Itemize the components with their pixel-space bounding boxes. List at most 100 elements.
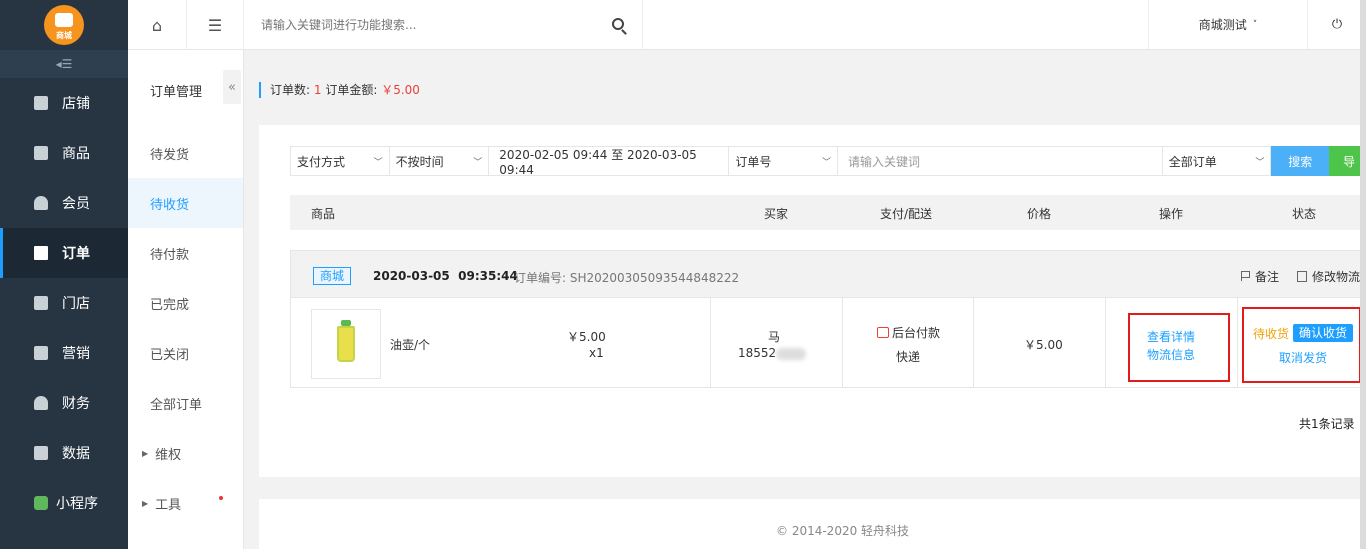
miniapp-icon [34,496,48,510]
sidebar-collapse-icon[interactable]: ◂☰ [0,50,128,78]
payment-method: 后台付款 [877,324,940,341]
subnav-group-rights[interactable]: ▶ 维权 [128,428,243,478]
top-bar: ⌂ ☰ 商城测试 ˅ ⏻ [128,0,1366,50]
order-amount: ￥5.00 [381,83,420,97]
function-search [244,0,643,50]
power-icon[interactable]: ⏻ [1308,0,1366,49]
payment-cell: 后台付款 快递 [843,298,974,388]
copy-icon [1297,271,1307,282]
shop-name: 商城测试 [1198,18,1247,32]
finance-icon [34,396,48,410]
order-header: 商城 2020-03-05 09:35:44 订单编号: SH202003050… [291,251,1365,298]
sidebar-item-store[interactable]: 店铺 [0,78,128,128]
scope-select[interactable]: 全部订单 ﹀ [1163,147,1272,175]
phone-mask [776,347,807,360]
menu-icon[interactable]: ☰ [187,0,244,50]
date-range-value: 2020-02-05 09:44 至 2020-03-05 09:44 [499,147,697,177]
price-cell: ￥5.00 [974,298,1106,388]
date-range-input[interactable]: 2020-02-05 09:44 至 2020-03-05 09:44 [489,147,730,177]
header-payment: 支付/配送 [880,207,933,221]
sidebar-item-data[interactable]: 数据 [0,428,128,478]
product-image[interactable] [311,309,381,379]
subnav-item-closed[interactable]: 已关闭 [128,328,243,378]
sidebar-item-label: 商品 [62,146,90,162]
note-button[interactable]: 备注 [1241,268,1279,285]
highlight-status-box [1242,307,1361,383]
sidebar-item-goods[interactable]: 商品 [0,128,128,178]
scrollbar[interactable] [1360,0,1366,549]
home-icon[interactable]: ⌂ [128,0,187,50]
chevron-down-icon: ﹀ [373,157,383,168]
highlight-action-box [1128,313,1230,382]
order-time: 09:35:44 [458,269,518,283]
logo-text: 商城 [56,31,72,40]
footer: © 2014-2020 轻舟科技 [259,499,1366,549]
table-header: 商品 买家 支付/配送 价格 操作 状态 [290,195,1366,230]
sidebar-item-label: 小程序 [56,496,98,512]
subnav-item-pending-ship[interactable]: 待发货 [128,128,243,178]
main-sidebar: 商城 ◂☰ 店铺 商品 会员 订单 门店 营销 财务 数据 小程序 [0,0,128,549]
house-icon [55,13,73,27]
buyer-phone: 18552 [738,346,807,360]
flag-icon [1241,271,1250,281]
header-price: 价格 [1027,207,1052,221]
function-search-input[interactable] [261,18,591,32]
order-date: 2020-03-05 [373,269,450,283]
product-name: 油壶/个 [390,338,431,352]
total-records: 共1条记录 [1299,417,1355,431]
field-select[interactable]: 订单号 ﹀ [729,147,838,175]
time-select-value: 不按时间 [395,154,444,169]
subnav-group-label: 维权 [155,447,182,463]
filter-bar: 支付方式 ﹀ 不按时间 ﹀ 2020-02-05 09:44 至 2020-03-0… [290,146,1366,177]
sidebar-item-shop[interactable]: 门店 [0,278,128,328]
caret-right-icon: ▶ [142,498,149,508]
subnav-item-completed[interactable]: 已完成 [128,278,243,328]
order-price: ￥5.00 [1024,338,1063,352]
delivery-method: 快递 [896,350,921,364]
subnav-item-pending-receive[interactable]: 待收货 [128,178,243,228]
member-icon [34,196,48,210]
payment-icon [877,327,889,338]
chevron-down-icon: ﹀ [1255,157,1265,168]
buyer-cell: 马 18552 [711,298,843,388]
subnav-group-label: 工具 [155,497,182,513]
sidebar-item-member[interactable]: 会员 [0,178,128,228]
search-button[interactable]: 搜索 [1271,146,1330,176]
chart-icon [34,446,48,460]
sidebar-item-label: 营销 [62,346,90,362]
sidebar-item-label: 门店 [62,296,90,312]
sidebar-item-label: 数据 [62,446,90,462]
modify-logistics-button[interactable]: 修改物流 [1297,268,1360,285]
shop-switcher[interactable]: 商城测试 ˅ [1148,0,1308,49]
search-icon[interactable] [612,18,624,30]
buyer-phone-number: 18552 [738,346,777,360]
mall-logo[interactable]: 商城 [44,5,84,45]
payment-select[interactable]: 支付方式 ﹀ [291,147,390,175]
chevron-down-icon: ﹀ [821,157,831,168]
subnav-collapse-icon[interactable]: « [223,70,241,104]
header-product: 商品 [311,207,336,221]
keyword-input[interactable]: 请输入关键词 [838,147,1163,175]
sidebar-item-label: 订单 [62,246,90,262]
sidebar-item-miniapp[interactable]: 小程序 [0,478,128,528]
buyer-name: 马 [768,330,781,344]
subnav-group-tools[interactable]: ▶ 工具 [128,478,243,528]
chevron-down-icon: ˅ [1252,19,1258,30]
sidebar-item-order[interactable]: 订单 [0,228,128,278]
field-select-value: 订单号 [735,154,772,169]
header-action: 操作 [1159,207,1184,221]
note-label: 备注 [1255,270,1280,284]
order-panel: 支付方式 ﹀ 不按时间 ﹀ 2020-02-05 09:44 至 2020-03-0… [259,125,1366,477]
subnav-item-pending-pay[interactable]: 待付款 [128,228,243,278]
copyright-text: © 2014-2020 轻舟科技 [776,524,910,538]
store-icon [34,96,48,110]
time-select[interactable]: 不按时间 ﹀ [390,147,490,175]
gift-icon [34,346,48,360]
subnav-item-all[interactable]: 全部订单 [128,378,243,428]
sidebar-item-marketing[interactable]: 营销 [0,328,128,378]
shop-icon [34,296,48,310]
header-buyer: 买家 [764,207,789,221]
notification-dot [219,496,224,500]
sidebar-item-finance[interactable]: 财务 [0,378,128,428]
